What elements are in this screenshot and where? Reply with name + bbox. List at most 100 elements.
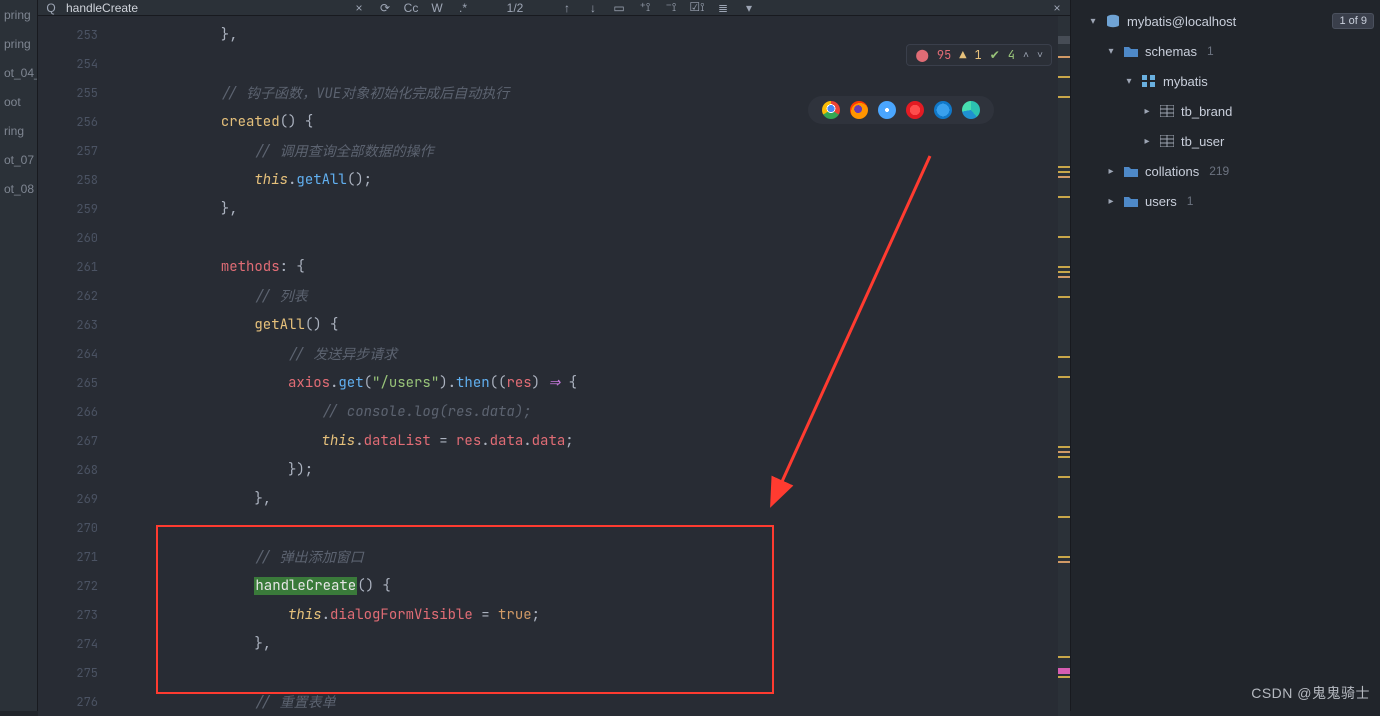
line-number: 265 — [38, 368, 120, 397]
find-filter-icon[interactable]: ▾ — [740, 1, 758, 15]
error-count: 95 — [937, 47, 951, 63]
db-table-label: tb_user — [1181, 134, 1224, 149]
find-remove-selection-icon[interactable]: ⁻⟟ — [662, 0, 680, 15]
schema-icon — [1141, 73, 1157, 89]
db-users-count: 1 — [1187, 194, 1194, 208]
opera-icon[interactable] — [906, 101, 924, 119]
db-table-label: tb_brand — [1181, 104, 1232, 119]
regex-toggle[interactable]: .* — [454, 1, 472, 15]
db-schemas-count: 1 — [1207, 44, 1214, 58]
db-connection[interactable]: ▾ mybatis@localhost 1 of 9 — [1077, 6, 1374, 36]
line-number: 271 — [38, 542, 120, 571]
inspection-down-icon[interactable]: ˅ — [1037, 48, 1043, 62]
code-line[interactable]: }, — [120, 194, 1058, 223]
editor-area[interactable]: 2532542552562572582592602612622632642652… — [38, 16, 1070, 716]
database-panel: ▾ mybatis@localhost 1 of 9 ▾ schemas 1 ▾… — [1070, 0, 1380, 711]
db-table[interactable]: ▸ tb_brand — [1077, 96, 1374, 126]
line-number: 260 — [38, 223, 120, 252]
code-line[interactable]: axios.get("/users").then((res) ⇒ { — [120, 368, 1058, 397]
chrome-icon[interactable] — [822, 101, 840, 119]
project-rail: pringpringot_04_ootringot_07ot_08 — [0, 0, 38, 711]
table-icon — [1159, 103, 1175, 119]
db-count-badge: 1 of 9 — [1332, 13, 1374, 29]
folder-icon — [1123, 163, 1139, 179]
find-select-all-icon[interactable]: ▭ — [610, 1, 628, 15]
code-line[interactable]: this.dataList = res.data.data; — [120, 426, 1058, 455]
code-line[interactable] — [120, 223, 1058, 252]
error-icon: ⬤ — [915, 47, 928, 63]
find-prev-icon[interactable]: ↑ — [558, 1, 576, 15]
line-number: 275 — [38, 658, 120, 687]
project-item[interactable]: ot_04_ — [0, 58, 37, 87]
db-schema-label: mybatis — [1163, 74, 1208, 89]
ok-count: 4 — [1008, 47, 1015, 63]
search-icon: Q — [44, 1, 58, 15]
find-clear-icon[interactable]: × — [350, 1, 368, 15]
find-checkbox-icon[interactable]: ☑⟟ — [688, 0, 706, 15]
match-case-toggle[interactable]: Cc — [402, 1, 420, 15]
chevron-right-icon: ▸ — [1105, 166, 1117, 177]
line-number: 264 — [38, 339, 120, 368]
folder-icon — [1123, 193, 1139, 209]
db-collations-label: collations — [1145, 164, 1199, 179]
line-number: 255 — [38, 78, 120, 107]
db-collations[interactable]: ▸ collations 219 — [1077, 156, 1374, 186]
code-line[interactable]: // 发送异步请求 — [120, 339, 1058, 368]
chevron-right-icon: ▸ — [1141, 106, 1153, 117]
warning-count: 1 — [975, 47, 982, 63]
project-item[interactable]: pring — [0, 29, 37, 58]
minimap[interactable] — [1058, 16, 1070, 716]
project-item[interactable]: pring — [0, 0, 37, 29]
ie-icon[interactable] — [934, 101, 952, 119]
line-number: 270 — [38, 513, 120, 542]
code-line[interactable]: this.getAll(); — [120, 165, 1058, 194]
line-number: 276 — [38, 687, 120, 716]
project-item[interactable]: ot_07 — [0, 145, 37, 174]
db-users[interactable]: ▸ users 1 — [1077, 186, 1374, 216]
db-schema[interactable]: ▾ mybatis — [1077, 66, 1374, 96]
code-line[interactable]: getAll() { — [120, 310, 1058, 339]
find-settings-icon[interactable]: ≣ — [714, 1, 732, 15]
line-number: 268 — [38, 455, 120, 484]
find-input[interactable] — [66, 1, 342, 15]
project-item[interactable]: ot_08 — [0, 174, 37, 203]
find-close-icon[interactable]: × — [1050, 1, 1064, 15]
inspection-summary[interactable]: ⬤95 ▲1 ✔4 ˄ ˅ — [906, 44, 1052, 66]
line-number: 274 — [38, 629, 120, 658]
edge-icon[interactable] — [962, 101, 980, 119]
db-schemas[interactable]: ▾ schemas 1 — [1077, 36, 1374, 66]
project-item[interactable]: oot — [0, 87, 37, 116]
find-add-selection-icon[interactable]: ⁺⟟ — [636, 0, 654, 15]
code-line[interactable]: // console.log(res.data); — [120, 397, 1058, 426]
code-line[interactable]: // 列表 — [120, 281, 1058, 310]
safari-icon[interactable] — [878, 101, 896, 119]
ok-icon: ✔ — [990, 47, 1000, 63]
line-number: 273 — [38, 600, 120, 629]
line-number: 259 — [38, 194, 120, 223]
editor-panel: Q × ⟳ Cc W .* 1/2 ↑ ↓ ▭ ⁺⟟ ⁻⟟ ☑⟟ ≣ ▾ × 2… — [38, 0, 1070, 711]
find-bar: Q × ⟳ Cc W .* 1/2 ↑ ↓ ▭ ⁺⟟ ⁻⟟ ☑⟟ ≣ ▾ × — [38, 0, 1070, 16]
project-item[interactable]: ring — [0, 116, 37, 145]
find-next-icon[interactable]: ↓ — [584, 1, 602, 15]
line-number: 263 — [38, 310, 120, 339]
open-in-browser-bar — [808, 96, 994, 124]
line-number: 261 — [38, 252, 120, 281]
find-history-icon[interactable]: ⟳ — [376, 1, 394, 15]
line-number: 267 — [38, 426, 120, 455]
line-number: 254 — [38, 49, 120, 78]
line-number: 266 — [38, 397, 120, 426]
chevron-right-icon: ▸ — [1141, 136, 1153, 147]
code-line[interactable]: }); — [120, 455, 1058, 484]
line-number: 253 — [38, 20, 120, 49]
line-number: 272 — [38, 571, 120, 600]
find-count: 1/2 — [498, 1, 532, 15]
whole-word-toggle[interactable]: W — [428, 1, 446, 15]
code-line[interactable]: methods: { — [120, 252, 1058, 281]
code-line[interactable]: // 调用查询全部数据的操作 — [120, 136, 1058, 165]
db-table[interactable]: ▸ tb_user — [1077, 126, 1374, 156]
firefox-icon[interactable] — [850, 101, 868, 119]
line-number: 257 — [38, 136, 120, 165]
inspection-up-icon[interactable]: ˄ — [1023, 48, 1029, 62]
line-number: 269 — [38, 484, 120, 513]
code-line[interactable]: }, — [120, 484, 1058, 513]
